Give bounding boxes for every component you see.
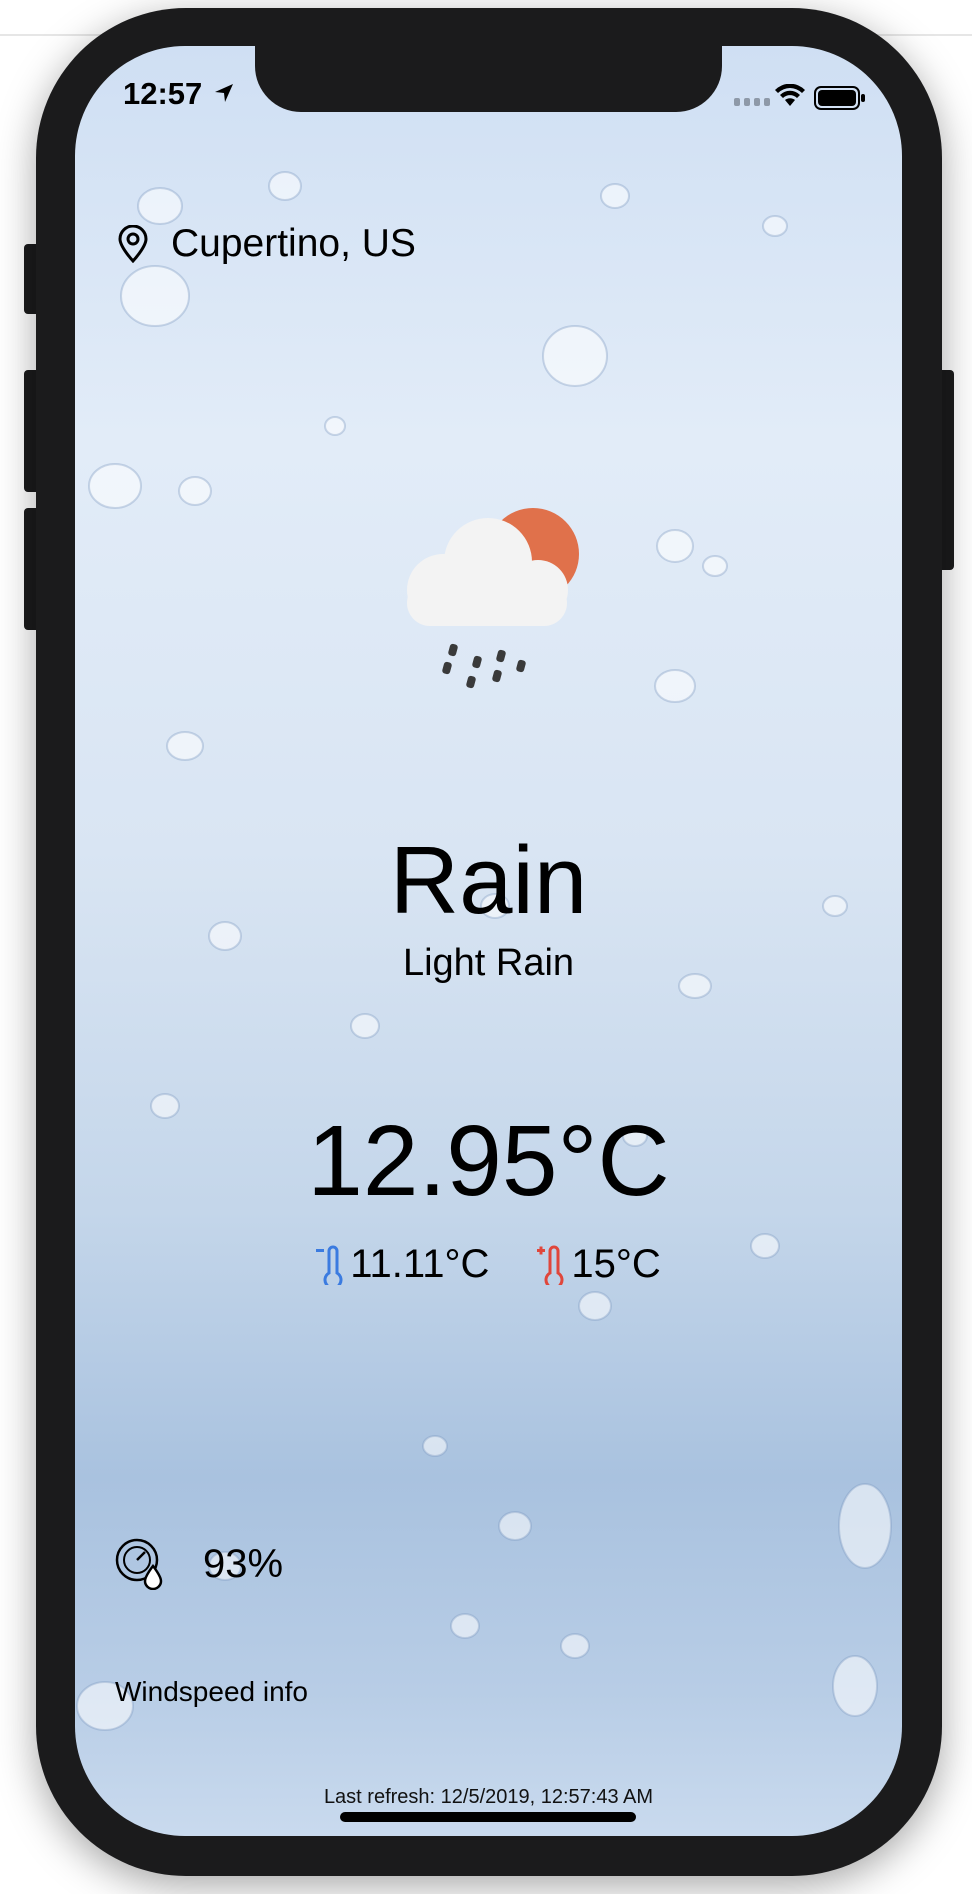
app-screen: 12:57 Cupertino, US Rain Light Rain 12.9…	[75, 46, 902, 1836]
home-indicator[interactable]	[340, 1812, 636, 1822]
location-header: Cupertino, US	[117, 222, 416, 266]
min-temperature-value: 11.11°C	[350, 1242, 490, 1286]
windspeed-info: Windspeed info	[115, 1676, 309, 1707]
humidity-gauge-icon	[115, 1538, 163, 1590]
min-temperature: 11.11°C	[316, 1242, 489, 1287]
status-time: 12:57	[123, 76, 203, 111]
rain-cloud-sun-icon	[407, 508, 579, 689]
location-name: Cupertino, US	[171, 222, 416, 265]
wifi-icon	[775, 84, 805, 106]
thermometer-min-icon	[316, 1245, 343, 1285]
min-max-temperature: 11.11°C 15°C	[75, 1242, 902, 1287]
battery-icon	[814, 86, 865, 110]
humidity-value: 93%	[203, 1541, 284, 1586]
weather-condition: Rain	[389, 827, 588, 934]
humidity-row: 93%	[115, 1538, 283, 1590]
current-temperature: 12.95°C	[307, 1105, 670, 1217]
device-notch	[255, 46, 722, 112]
cellular-signal-icon	[734, 98, 770, 106]
last-refresh: Last refresh: 12/5/2019, 12:57:43 AM	[323, 1786, 654, 1808]
weather-description: Light Rain	[402, 942, 575, 984]
thermometer-max-icon	[537, 1245, 564, 1285]
max-temperature-value: 15°C	[571, 1242, 661, 1286]
max-temperature: 15°C	[537, 1242, 661, 1287]
map-pin-icon	[118, 225, 148, 263]
location-arrow-icon	[215, 84, 233, 102]
